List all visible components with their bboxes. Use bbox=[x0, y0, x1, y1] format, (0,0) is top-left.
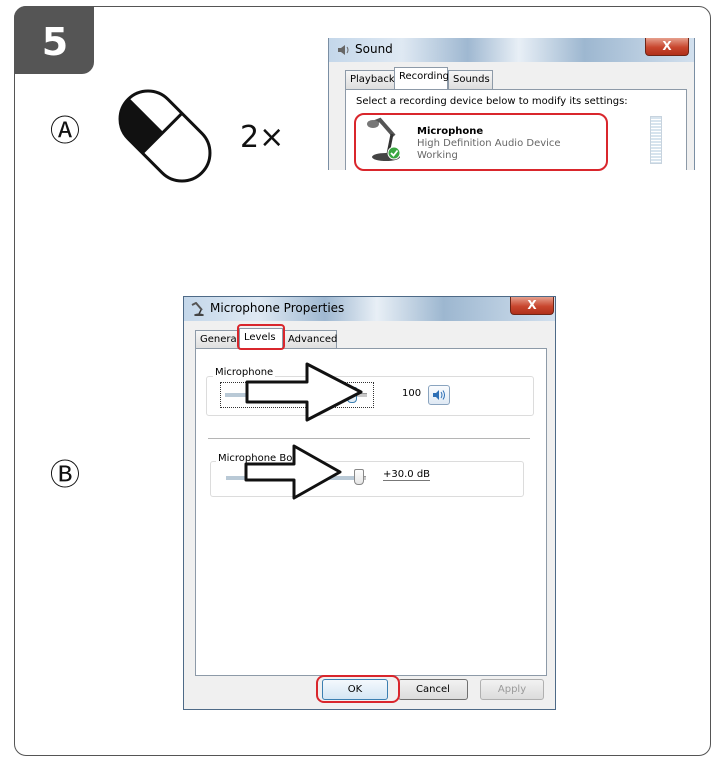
close-button[interactable]: X bbox=[510, 297, 554, 315]
recording-instruction: Select a recording device below to modif… bbox=[356, 96, 628, 107]
boost-value: +30.0 dB bbox=[383, 469, 431, 481]
microphone-level-value: 100 bbox=[402, 388, 422, 399]
mouse-icon bbox=[118, 89, 212, 183]
arrow-right-icon bbox=[244, 444, 342, 500]
divider bbox=[208, 438, 530, 439]
double-click-label: 2× bbox=[240, 120, 285, 155]
tab-advanced[interactable]: Advanced bbox=[283, 330, 337, 349]
sound-titlebar: Sound X bbox=[329, 38, 694, 62]
label-b: Ⓑ bbox=[50, 458, 80, 493]
tab-general[interactable]: General bbox=[195, 330, 240, 349]
levels-tab-highlight bbox=[237, 324, 285, 350]
arrow-right-icon bbox=[245, 362, 363, 422]
apply-button[interactable]: Apply bbox=[480, 679, 544, 700]
mute-toggle-button[interactable] bbox=[428, 385, 450, 405]
boost-slider-thumb[interactable] bbox=[354, 469, 364, 485]
sound-title: Sound bbox=[355, 42, 393, 56]
level-meter bbox=[650, 116, 662, 164]
close-button[interactable]: X bbox=[645, 38, 689, 56]
cancel-button[interactable]: Cancel bbox=[398, 679, 468, 700]
microphone-title-icon bbox=[191, 302, 204, 316]
mic-titlebar: Microphone Properties X bbox=[184, 297, 555, 321]
microphone-properties-dialog: Microphone Properties X General Levels A… bbox=[183, 296, 556, 710]
speaker-icon bbox=[338, 45, 349, 55]
label-a: Ⓐ bbox=[50, 114, 80, 149]
sound-tabs: Playback Recording Sounds bbox=[345, 67, 645, 90]
mic-dialog-title: Microphone Properties bbox=[210, 301, 345, 315]
step-number-badge: 5 bbox=[14, 6, 94, 74]
tab-recording[interactable]: Recording bbox=[394, 67, 449, 89]
tab-playback[interactable]: Playback bbox=[345, 70, 395, 89]
ok-button-highlight bbox=[316, 675, 400, 703]
tab-sounds[interactable]: Sounds bbox=[448, 70, 493, 89]
device-highlight bbox=[354, 113, 608, 171]
speaker-icon bbox=[433, 390, 445, 400]
